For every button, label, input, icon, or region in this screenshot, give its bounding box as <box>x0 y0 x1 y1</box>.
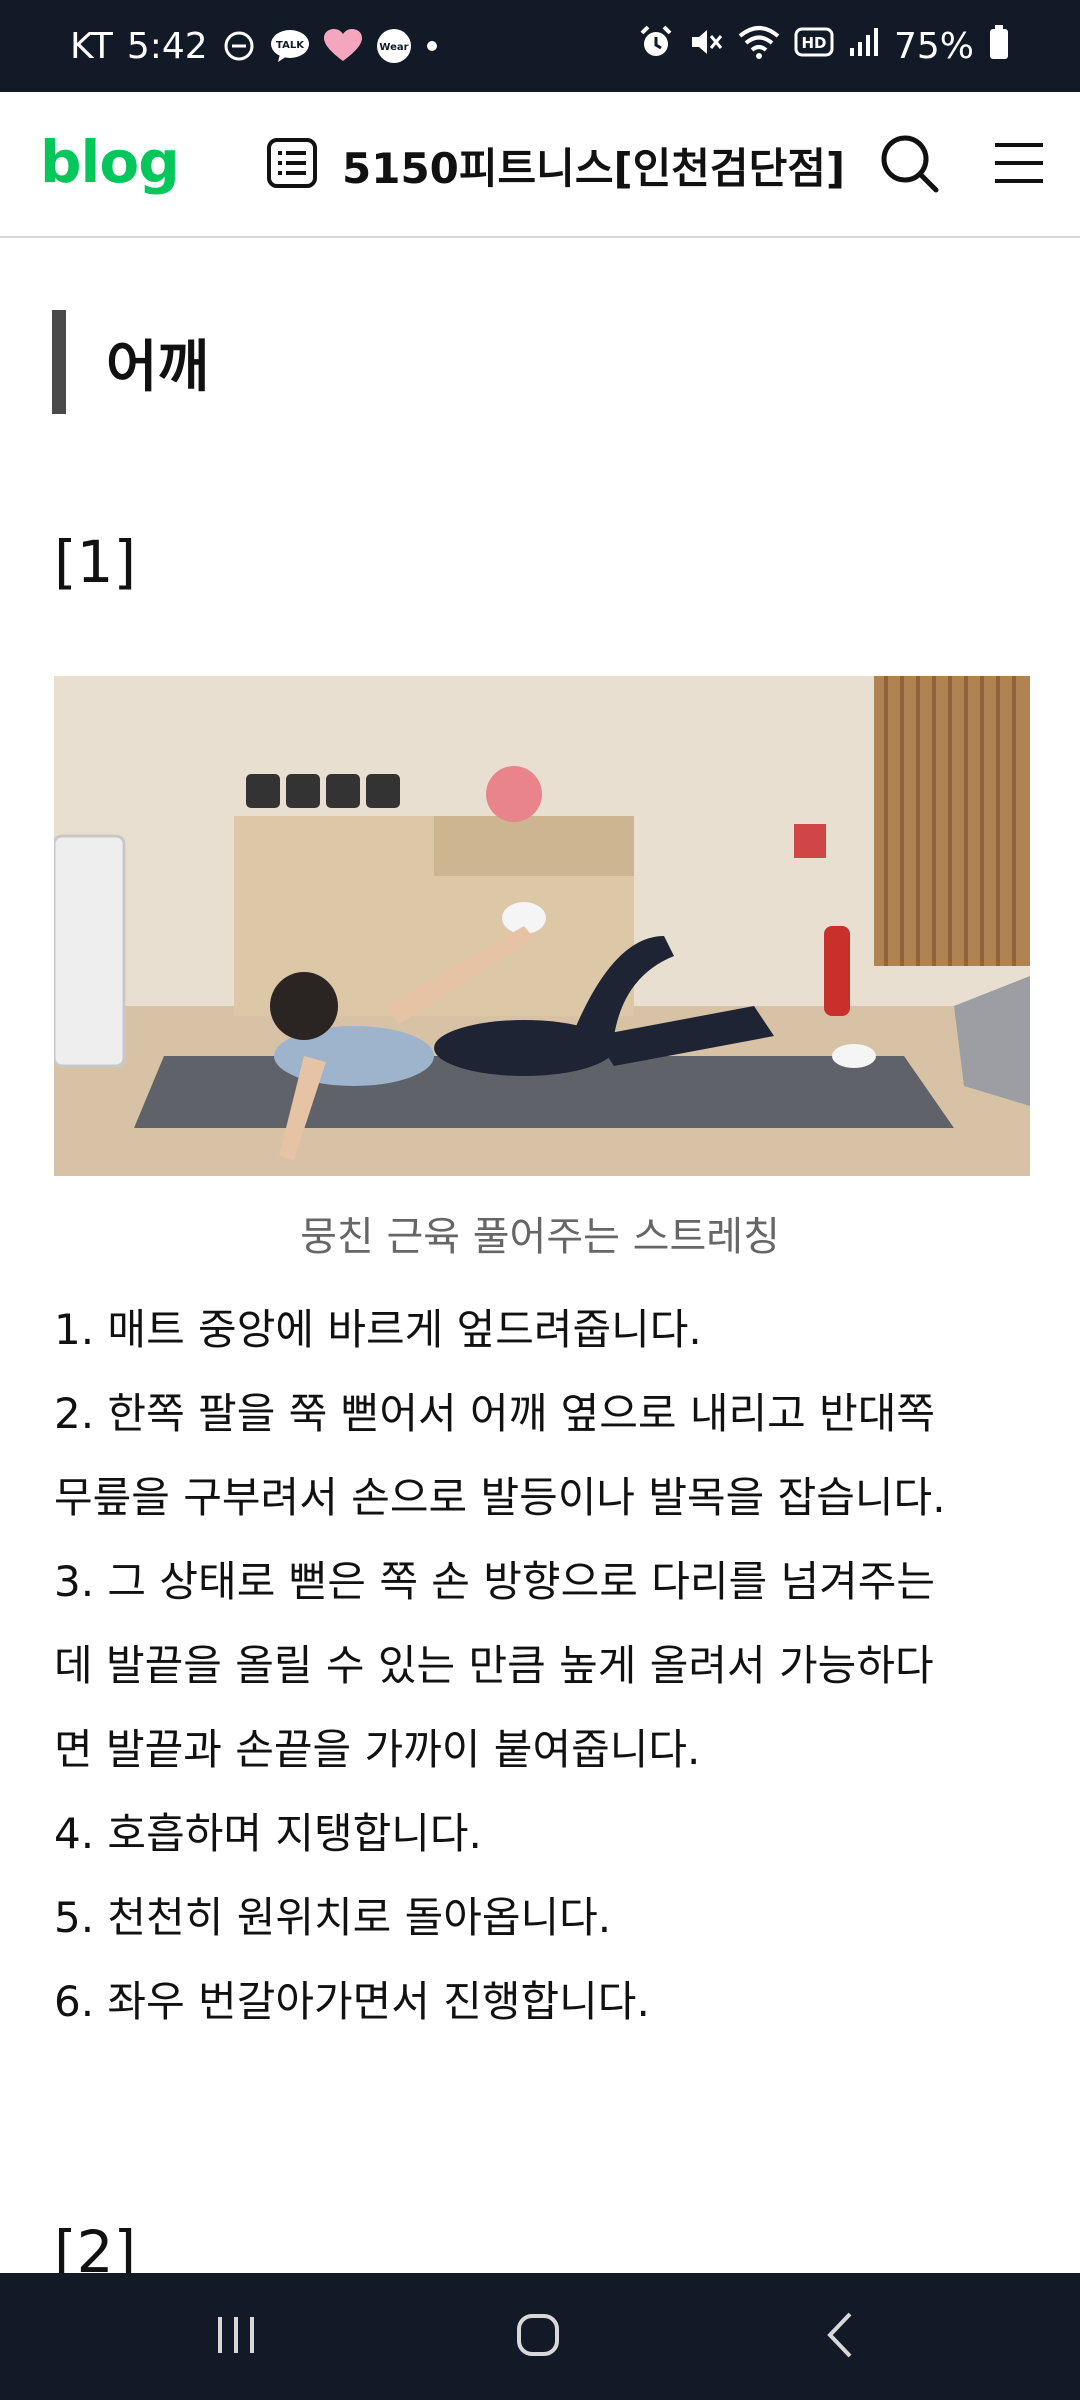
blog-name[interactable]: 5150피트니스[인천검단점] <box>342 135 845 196</box>
mute-icon <box>688 24 724 69</box>
search-button[interactable] <box>872 128 946 202</box>
battery-percent: 75% <box>893 25 974 67</box>
home-icon[interactable] <box>515 2312 561 2362</box>
status-left: KT 5:42 TALK Wear <box>70 0 438 92</box>
recent-apps-icon[interactable] <box>214 2313 258 2361</box>
talk-label: TALK <box>276 40 305 51</box>
stretching-photo[interactable] <box>54 676 1030 1176</box>
step-item: 5. 천천히 원위치로 돌아옵니다. <box>54 1893 612 1942</box>
section-title: 어깨 <box>106 334 210 400</box>
wear-label: Wear <box>379 42 408 53</box>
clock: 5:42 <box>126 25 208 67</box>
signal-icon <box>848 26 880 67</box>
search-icon[interactable] <box>878 132 940 198</box>
system-nav-bar <box>0 2273 1080 2400</box>
back-icon[interactable] <box>822 2310 858 2364</box>
talk-icon: TALK <box>270 28 310 64</box>
list-icon[interactable] <box>266 137 318 193</box>
exercise-steps: 1. 매트 중앙에 바르게 엎드려줍니다. 2. 한쪽 팔을 쭉 뻗어서 어깨 … <box>54 1288 1044 2044</box>
blog-logo[interactable]: blog <box>40 128 180 196</box>
dot-icon <box>426 40 438 52</box>
photo-caption: 뭉친 근육 풀어주는 스트레칭 <box>300 1214 780 1260</box>
section-quote-bar <box>52 310 66 414</box>
heart-icon <box>323 29 362 63</box>
step-item: 4. 호흡하며 지탱합니다. <box>54 1809 482 1858</box>
item-number: [1] <box>54 528 137 596</box>
menu-icon[interactable] <box>993 140 1045 190</box>
status-bar: KT 5:42 TALK Wear HD 75% <box>0 0 1080 92</box>
home-button[interactable] <box>478 2295 598 2379</box>
minus-circle-icon <box>222 29 256 63</box>
step-item: 6. 좌우 번갈아가면서 진행합니다. <box>54 1977 650 2026</box>
blog-title-link[interactable]: 5150피트니스[인천검단점] <box>266 130 845 200</box>
back-button[interactable] <box>780 2295 900 2379</box>
alarm-icon <box>638 24 674 69</box>
section-heading: 어깨 <box>52 310 209 414</box>
step-item: 3. 그 상태로 뻗은 쪽 손 방향으로 다리를 넘겨주는 데 발끝을 올릴 수… <box>54 1557 936 1774</box>
carrier-label: KT <box>70 25 113 67</box>
hd-label: HD <box>801 34 826 52</box>
menu-button[interactable] <box>982 128 1056 202</box>
recent-apps-button[interactable] <box>176 2295 296 2379</box>
battery-icon <box>988 24 1010 69</box>
wear-icon: Wear <box>376 28 412 64</box>
step-item: 1. 매트 중앙에 바르게 엎드려줍니다. <box>54 1305 702 1354</box>
hd-icon: HD <box>794 26 834 67</box>
wifi-icon <box>738 24 780 69</box>
blog-header: blog 5150피트니스[인천검단점] <box>0 92 1080 238</box>
step-item: 2. 한쪽 팔을 쭉 뻗어서 어깨 옆으로 내리고 반대쪽 무릎을 구부려서 손… <box>54 1389 946 1522</box>
status-right: HD 75% <box>638 0 1010 92</box>
